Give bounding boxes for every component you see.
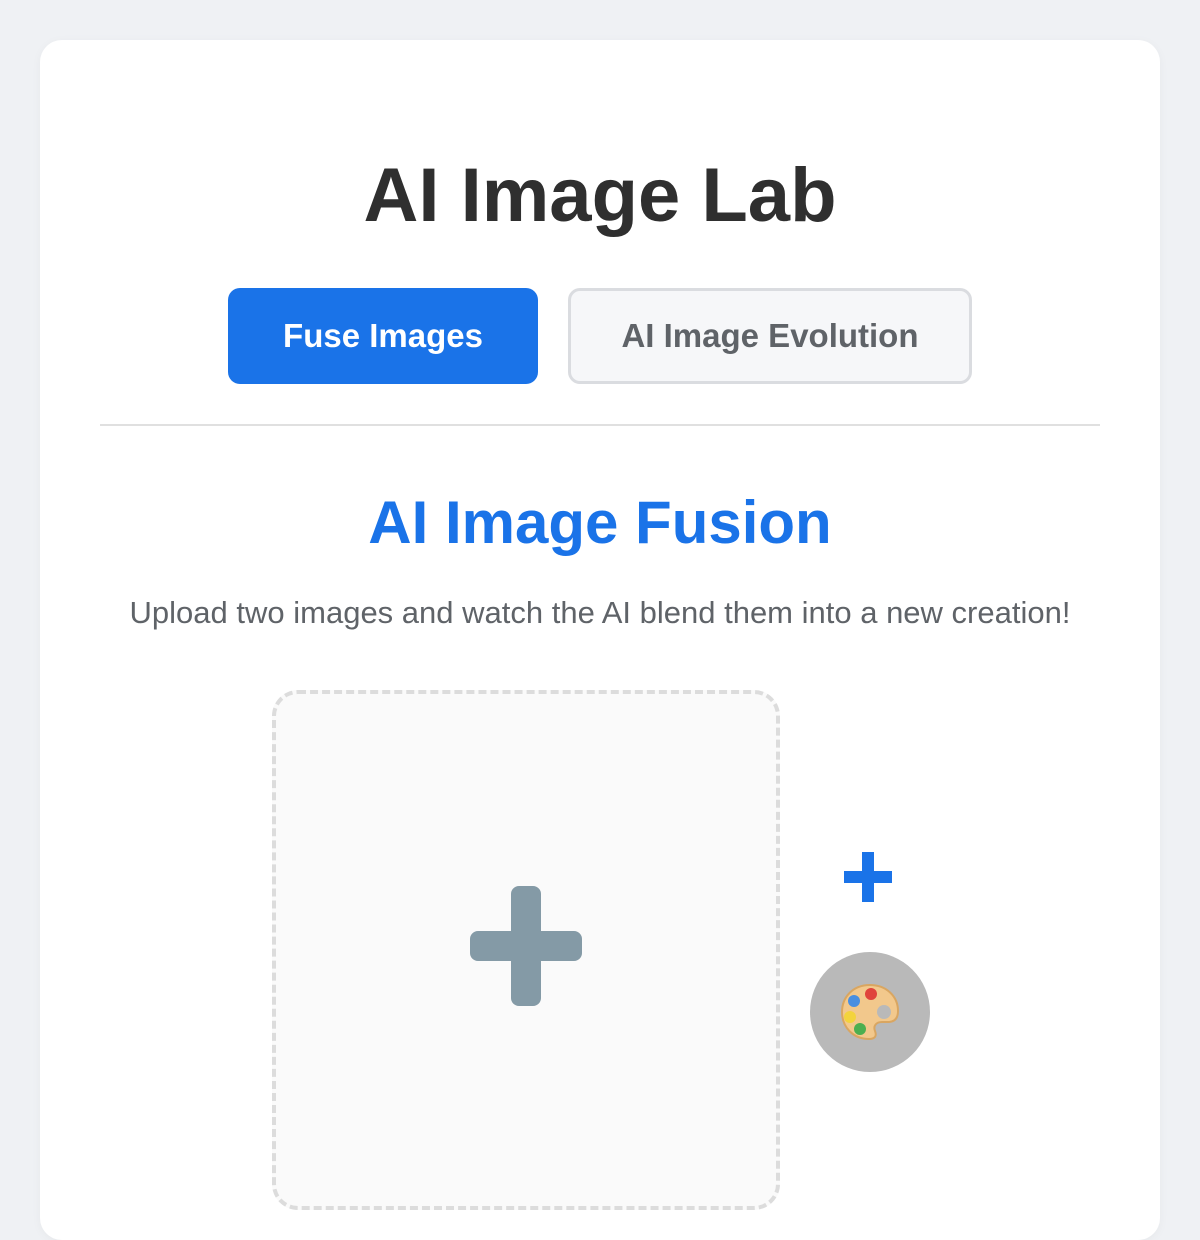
section-title: AI Image Fusion bbox=[368, 489, 832, 556]
join-plus-icon bbox=[844, 852, 892, 902]
tab-fuse-images[interactable]: Fuse Images bbox=[228, 288, 538, 384]
tab-bar: Fuse Images AI Image Evolution bbox=[0, 288, 1200, 384]
plus-icon bbox=[470, 886, 582, 1006]
tab-ai-image-evolution[interactable]: AI Image Evolution bbox=[568, 288, 972, 384]
app-title: AI Image Lab bbox=[363, 153, 837, 238]
result-badge bbox=[810, 952, 930, 1072]
section-description: Upload two images and watch the AI blend… bbox=[129, 595, 1071, 630]
divider bbox=[100, 424, 1100, 426]
palette-icon bbox=[840, 983, 900, 1041]
